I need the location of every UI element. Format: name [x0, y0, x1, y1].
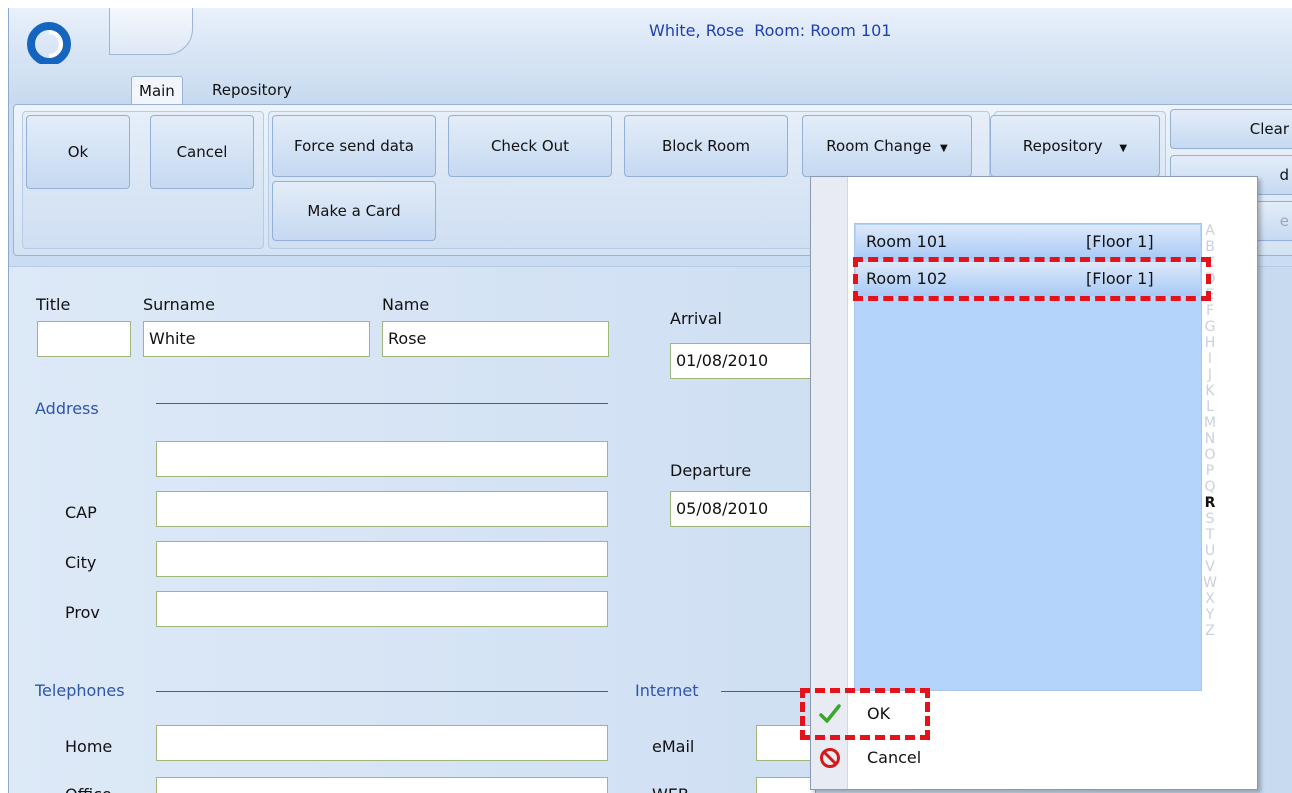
surname-label: Surname: [143, 295, 215, 314]
chevron-down-icon: ▼: [1119, 143, 1128, 154]
room-name: Room 101: [866, 232, 948, 251]
alphabet-letter[interactable]: A: [1201, 223, 1219, 239]
check-out-button[interactable]: Check Out: [448, 115, 612, 177]
alphabet-letter[interactable]: R: [1201, 495, 1219, 511]
telephones-section-label: Telephones: [35, 681, 125, 700]
alphabet-letter[interactable]: G: [1201, 319, 1219, 335]
web-label: WEB: [652, 785, 689, 793]
cancel-menu-item[interactable]: Cancel: [811, 739, 1257, 777]
alphabet-letter[interactable]: F: [1201, 303, 1219, 319]
cancel-menu-label: Cancel: [867, 748, 922, 767]
repository-label: Repository: [1022, 137, 1103, 155]
room-list-item[interactable]: Room 101 [Floor 1]: [856, 225, 1200, 259]
cancel-button[interactable]: Cancel: [150, 115, 254, 189]
alphabet-letter[interactable]: O: [1201, 447, 1219, 463]
highlight-room-102: [853, 257, 1211, 301]
room-change-button[interactable]: Room Change ▼: [802, 115, 972, 177]
prov-label: Prov: [65, 603, 100, 622]
address-section-label: Address: [35, 399, 99, 418]
departure-label: Departure: [670, 461, 752, 480]
cancel-prohibited-icon: [820, 748, 840, 768]
room-change-label: Room Change: [826, 137, 932, 155]
alphabet-letter[interactable]: J: [1201, 367, 1219, 383]
room-floor: [Floor 1]: [1086, 232, 1154, 251]
ok-button[interactable]: Ok: [26, 115, 130, 189]
alphabet-letter[interactable]: X: [1201, 591, 1219, 607]
alphabet-letter[interactable]: M: [1201, 415, 1219, 431]
web-field[interactable]: [756, 777, 816, 793]
telephones-divider: [156, 691, 608, 692]
city-field[interactable]: [156, 541, 608, 577]
arrival-label: Arrival: [670, 309, 722, 328]
block-room-button[interactable]: Block Room: [624, 115, 788, 177]
title-field[interactable]: [37, 321, 131, 357]
internet-divider: [721, 691, 811, 692]
prov-field[interactable]: [156, 591, 608, 627]
force-send-data-button[interactable]: Force send data: [272, 115, 436, 177]
alphabet-letter[interactable]: P: [1201, 463, 1219, 479]
office-phone-field[interactable]: [156, 777, 608, 793]
alphabet-letter[interactable]: I: [1201, 351, 1219, 367]
window-title: White, Rose Room: Room 101: [649, 21, 892, 40]
quick-access-tab[interactable]: [109, 8, 193, 55]
title-bar: White, Rose Room: Room 101: [9, 8, 1292, 66]
alphabet-letter[interactable]: T: [1201, 527, 1219, 543]
tab-repository[interactable]: Repository: [205, 76, 299, 104]
tab-main[interactable]: Main: [131, 76, 183, 105]
title-label: Title: [36, 295, 71, 314]
make-a-card-button[interactable]: Make a Card: [272, 181, 436, 241]
address-line-field[interactable]: [156, 441, 608, 477]
alphabet-letter[interactable]: H: [1201, 335, 1219, 351]
home-label: Home: [65, 737, 113, 756]
ribbon-tab-row: Main Repository: [9, 64, 1292, 105]
app-logo-icon[interactable]: [27, 22, 71, 66]
arrival-date-field[interactable]: 01/08/2010: [670, 343, 820, 379]
surname-field[interactable]: White: [143, 321, 370, 357]
alphabet-letter[interactable]: L: [1201, 399, 1219, 415]
alphabet-letter[interactable]: B: [1201, 239, 1219, 255]
clear-button[interactable]: Clear: [1170, 109, 1292, 149]
alphabet-letter[interactable]: W: [1201, 575, 1219, 591]
city-label: City: [65, 553, 97, 572]
cap-field[interactable]: [156, 491, 608, 527]
alphabet-letter[interactable]: S: [1201, 511, 1219, 527]
alphabet-letter[interactable]: K: [1201, 383, 1219, 399]
alphabet-letter[interactable]: Y: [1201, 607, 1219, 623]
name-label: Name: [382, 295, 430, 314]
repository-button[interactable]: Repository ▼: [990, 115, 1160, 177]
office-label: Office: [65, 785, 112, 793]
departure-date-field[interactable]: 05/08/2010: [670, 491, 820, 527]
address-divider: [156, 403, 608, 404]
email-label: eMail: [652, 737, 695, 756]
alphabet-letter[interactable]: N: [1201, 431, 1219, 447]
highlight-ok-button: [800, 688, 930, 740]
alphabet-letter[interactable]: Z: [1201, 623, 1219, 639]
cap-label: CAP: [65, 503, 97, 522]
internet-section-label: Internet: [635, 681, 699, 700]
alphabet-letter[interactable]: V: [1201, 559, 1219, 575]
chevron-down-icon: ▼: [940, 143, 948, 154]
alphabet-letter[interactable]: U: [1201, 543, 1219, 559]
home-phone-field[interactable]: [156, 725, 608, 761]
alphabet-letter[interactable]: Q: [1201, 479, 1219, 495]
name-field[interactable]: Rose: [382, 321, 609, 357]
